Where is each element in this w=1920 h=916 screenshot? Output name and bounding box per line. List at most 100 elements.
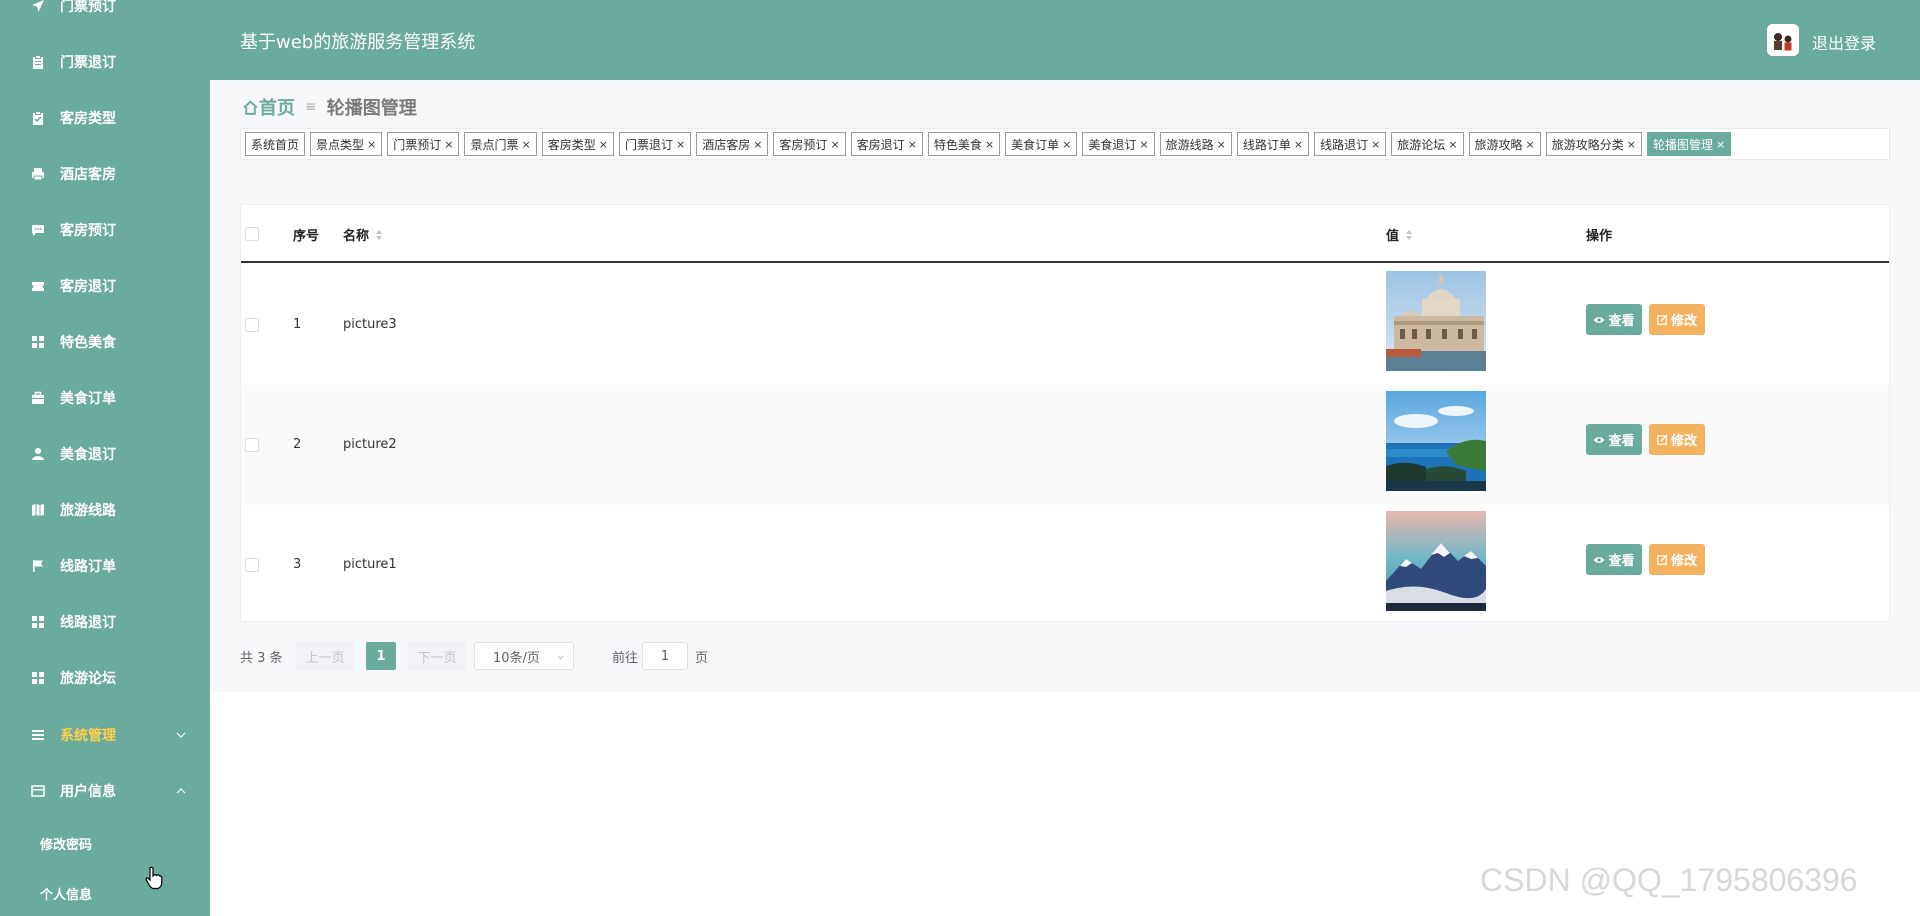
close-icon[interactable]: × [367, 138, 376, 151]
sidebar-item-user-info[interactable]: 用户信息 [0, 771, 210, 811]
close-icon[interactable]: × [1526, 138, 1535, 151]
sidebar-item-forum[interactable]: 旅游论坛 [0, 658, 210, 698]
tab-tag[interactable]: 线路退订 × [1314, 132, 1387, 156]
tab-tag[interactable]: 门票预订 × [387, 132, 460, 156]
close-icon[interactable]: × [1627, 138, 1636, 151]
edit-icon [1657, 434, 1668, 445]
tab-tag[interactable]: 旅游线路 × [1159, 132, 1232, 156]
sidebar-item-label: 特色美食 [60, 335, 116, 351]
breadcrumb-home-label: 首页 [259, 98, 295, 119]
tab-tag[interactable]: 线路订单 × [1236, 132, 1310, 156]
column-header-label: 名称 [343, 229, 370, 244]
close-icon[interactable]: × [1716, 138, 1725, 151]
close-icon[interactable]: × [1294, 138, 1303, 151]
sidebar-item-system[interactable]: 系统管理 [0, 715, 210, 755]
column-header-label: 值 [1386, 229, 1400, 244]
tab-tag[interactable]: 美食退订 × [1082, 132, 1155, 156]
snow-mountain-thumbnail[interactable] [1386, 511, 1486, 611]
row-name: picture2 [343, 437, 397, 452]
close-icon[interactable]: × [522, 138, 531, 151]
list-icon [30, 727, 46, 743]
select-all-checkbox[interactable] [245, 227, 259, 241]
close-icon[interactable]: × [753, 138, 762, 151]
hand-cursor-icon [145, 866, 163, 890]
sidebar-subitem-change-password[interactable]: 修改密码 [0, 823, 210, 863]
table-header: 序号 名称 值 操作 [241, 205, 1889, 263]
sidebar-item-food[interactable]: 特色美食 [0, 322, 210, 362]
sidebar-item-ticket-booking[interactable]: 门票预订 [0, 0, 210, 26]
sidebar-item-route[interactable]: 旅游线路 [0, 490, 210, 530]
column-header-index: 序号 [293, 225, 319, 244]
tab-tag[interactable]: 客房退订 × [850, 132, 923, 156]
avatar[interactable] [1767, 24, 1799, 56]
coastline-thumbnail[interactable] [1386, 391, 1486, 491]
sort-icon[interactable] [1405, 229, 1413, 241]
column-header-label: 序号 [293, 229, 320, 244]
tab-tag[interactable]: 特色美食 × [927, 132, 1001, 156]
column-header-value[interactable]: 值 [1386, 225, 1413, 244]
close-icon[interactable]: × [1371, 138, 1380, 151]
next-page-button[interactable]: 下一页 [408, 642, 466, 670]
edit-icon [1657, 554, 1668, 565]
close-icon[interactable]: × [676, 138, 685, 151]
sort-icon[interactable] [375, 229, 383, 241]
sidebar-item-food-order[interactable]: 美食订单 [0, 378, 210, 418]
breadcrumb-home[interactable]: 首页 [242, 94, 295, 120]
edit-button[interactable]: 修改 [1649, 304, 1705, 335]
edit-button[interactable]: 修改 [1649, 544, 1705, 575]
tab-tag-label: 客房退订 [856, 137, 905, 152]
sidebar-item-room-cancel[interactable]: 客房退订 [0, 266, 210, 306]
venice-church-thumbnail[interactable] [1386, 271, 1486, 371]
sidebar-item-label: 用户信息 [60, 784, 116, 800]
tab-tag[interactable]: 美食订单 × [1005, 132, 1078, 156]
goto-page-input[interactable]: 1 [642, 642, 688, 670]
close-icon[interactable]: × [1139, 138, 1148, 151]
close-icon[interactable]: × [1217, 138, 1226, 151]
close-icon[interactable]: × [985, 138, 994, 151]
tab-tag[interactable]: 客房类型 × [541, 132, 614, 156]
sidebar-item-food-cancel[interactable]: 美食退订 [0, 434, 210, 474]
logout-button[interactable]: 退出登录 [1812, 30, 1876, 54]
view-button[interactable]: 查看 [1586, 424, 1642, 455]
close-icon[interactable]: × [830, 138, 839, 151]
sidebar-item-route-order[interactable]: 线路订单 [0, 546, 210, 586]
row-checkbox[interactable] [245, 318, 259, 332]
row-checkbox[interactable] [245, 558, 259, 572]
tab-tag[interactable]: 门票退订 × [618, 132, 692, 156]
tab-tag[interactable]: 景点门票 × [464, 132, 537, 156]
tab-tag[interactable]: 酒店客房 × [696, 132, 769, 156]
thumbnail-image [1386, 271, 1486, 371]
close-icon[interactable]: × [908, 138, 917, 151]
close-icon[interactable]: × [1062, 138, 1071, 151]
prev-page-button[interactable]: 上一页 [296, 642, 354, 670]
table-row: 1 picture3 查看 修改 [241, 265, 1889, 385]
sidebar-item-room-booking[interactable]: 客房预订 [0, 210, 210, 250]
sidebar-item-route-cancel[interactable]: 线路退订 [0, 602, 210, 642]
tab-tag[interactable]: 旅游攻略分类 × [1545, 132, 1642, 156]
breadcrumb: 首页 ≡ 轮播图管理 [242, 94, 417, 120]
view-button[interactable]: 查看 [1586, 544, 1642, 575]
row-checkbox[interactable] [245, 438, 259, 452]
sidebar-item-hotel-room[interactable]: 酒店客房 [0, 154, 210, 194]
tab-tag[interactable]: 旅游论坛 × [1391, 132, 1464, 156]
edit-button[interactable]: 修改 [1649, 424, 1705, 455]
sidebar-item-ticket-cancel[interactable]: 门票退订 [0, 42, 210, 82]
sidebar-subitem-label: 个人信息 [40, 887, 93, 903]
sidebar-subitem-profile[interactable]: 个人信息 [0, 873, 210, 913]
tab-tag[interactable]: 旅游攻略 × [1468, 132, 1541, 156]
tab-tag[interactable]: 轮播图管理 × [1647, 132, 1732, 156]
close-icon[interactable]: × [1448, 138, 1457, 151]
tab-tag-label: 轮播图管理 [1653, 137, 1714, 152]
view-button[interactable]: 查看 [1586, 304, 1642, 335]
sidebar-item-room-type[interactable]: 客房类型 [0, 98, 210, 138]
tab-tag[interactable]: 景点类型 × [310, 132, 383, 156]
sidebar-item-label: 旅游论坛 [60, 671, 116, 687]
close-icon[interactable]: × [599, 138, 608, 151]
page-size-select[interactable]: 10条/页 [474, 642, 574, 670]
page-number-button[interactable]: 1 [366, 642, 396, 670]
tab-tag[interactable]: 系统首页 [245, 132, 306, 156]
tab-tag[interactable]: 客房预订 × [773, 132, 846, 156]
tab-tag-label: 旅游线路 [1165, 137, 1214, 152]
column-header-name[interactable]: 名称 [343, 225, 383, 244]
close-icon[interactable]: × [444, 138, 453, 151]
